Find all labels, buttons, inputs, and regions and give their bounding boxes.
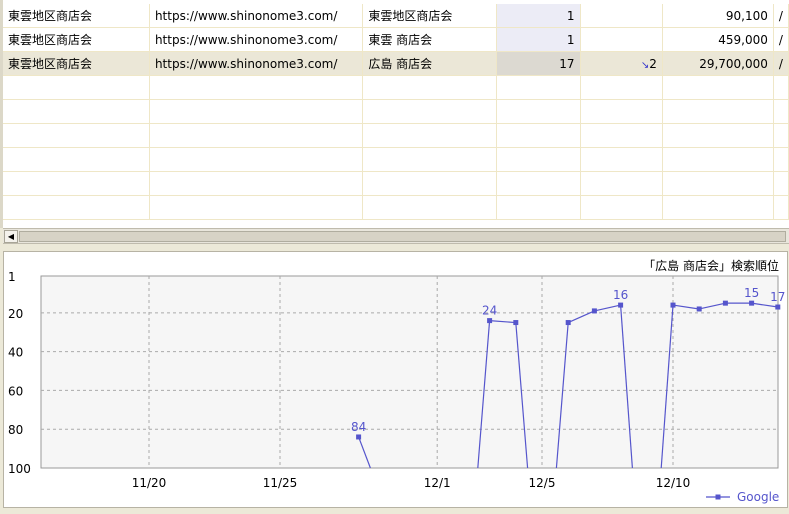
y-tick-label: 20	[8, 307, 23, 321]
y-tick-label: 60	[8, 384, 23, 398]
data-label: 17	[770, 290, 785, 304]
y-tick-label: 100	[8, 462, 31, 476]
cell-url: https://www.shinonome3.com/	[149, 51, 364, 76]
table-row[interactable]: 東雲地区商店会 https://www.shinonome3.com/東雲 商店会…	[3, 27, 789, 52]
empty-row	[3, 123, 789, 148]
scroll-thumb[interactable]	[19, 231, 786, 242]
data-point	[487, 318, 493, 324]
data-label: 15	[744, 286, 759, 300]
x-tick-label: 12/10	[656, 476, 691, 490]
y-tick-label: 40	[8, 346, 23, 360]
data-label: 16	[613, 288, 628, 302]
cell-volume: 90,100	[662, 4, 774, 28]
data-point	[565, 320, 571, 326]
empty-row	[3, 195, 789, 220]
plot-area	[40, 275, 779, 469]
data-point	[356, 434, 362, 440]
rank-chart-panel: 「広島 商店会」検索順位 1 20 40 60 80 100 11/20 11/25 12/1 1…	[3, 251, 788, 508]
cell-rank: 1	[496, 4, 581, 28]
cell-url: https://www.shinonome3.com/	[149, 27, 364, 52]
cell-change: ↘2	[580, 51, 663, 76]
rank-down-arrow-icon: ↘	[640, 59, 650, 71]
scroll-left-button[interactable]: ◀	[4, 230, 18, 243]
cell-group: 東雲地区商店会	[3, 27, 150, 52]
cell-extra: /	[773, 51, 789, 76]
empty-row	[3, 75, 789, 100]
ranking-table: 東雲地区商店会 https://www.shinonome3.com/東雲地区商店…	[3, 4, 789, 220]
y-tick-label: 80	[8, 423, 23, 437]
empty-row	[3, 147, 789, 172]
cell-volume: 29,700,000	[662, 51, 774, 76]
legend-marker	[715, 494, 721, 500]
data-point	[696, 306, 702, 312]
data-point	[749, 300, 755, 306]
y-tick-label: 1	[8, 270, 16, 284]
data-point	[775, 304, 781, 310]
data-point	[513, 320, 519, 326]
status-strip	[0, 508, 789, 514]
cell-extra: /	[773, 27, 789, 52]
cell-group: 東雲地区商店会	[3, 51, 150, 76]
x-tick-label: 12/5	[529, 476, 556, 490]
cell-rank: 17	[496, 51, 581, 76]
cell-rank: 1	[496, 27, 581, 52]
data-point	[618, 302, 624, 308]
x-tick-label: 12/1	[424, 476, 451, 490]
legend-label: Google	[737, 490, 779, 504]
cell-volume: 459,000	[662, 27, 774, 52]
rank-chart: 1 20 40 60 80 100 11/20 11/25 12/1 12/5 12/10 84 24 1…	[8, 270, 785, 504]
cell-extra: /	[773, 4, 789, 28]
data-point	[722, 300, 728, 306]
ranking-grid: 東雲地区商店会 https://www.shinonome3.com/東雲地区商店…	[0, 0, 789, 228]
x-tick-label: 11/25	[263, 476, 298, 490]
cell-group: 東雲地区商店会	[3, 4, 150, 28]
rank-change-value: 2	[649, 56, 657, 71]
data-label: 24	[482, 304, 497, 318]
data-label: 84	[351, 420, 366, 434]
empty-row	[3, 99, 789, 124]
empty-row	[3, 171, 789, 196]
cell-keyword: 東雲地区商店会	[362, 4, 498, 28]
data-point	[670, 302, 676, 308]
table-row[interactable]: 東雲地区商店会 https://www.shinonome3.com/広島 商店会…	[3, 51, 789, 76]
cell-change	[580, 27, 663, 52]
cell-keyword: 東雲 商店会	[362, 27, 498, 52]
cell-keyword: 広島 商店会	[362, 51, 498, 76]
x-tick-label: 11/20	[132, 476, 167, 490]
data-point	[591, 308, 597, 314]
cell-change	[580, 4, 663, 28]
cell-url: https://www.shinonome3.com/	[149, 4, 364, 28]
table-row[interactable]: 東雲地区商店会 https://www.shinonome3.com/東雲地区商店…	[3, 4, 789, 28]
horizontal-scrollbar[interactable]: ◀	[3, 228, 789, 244]
